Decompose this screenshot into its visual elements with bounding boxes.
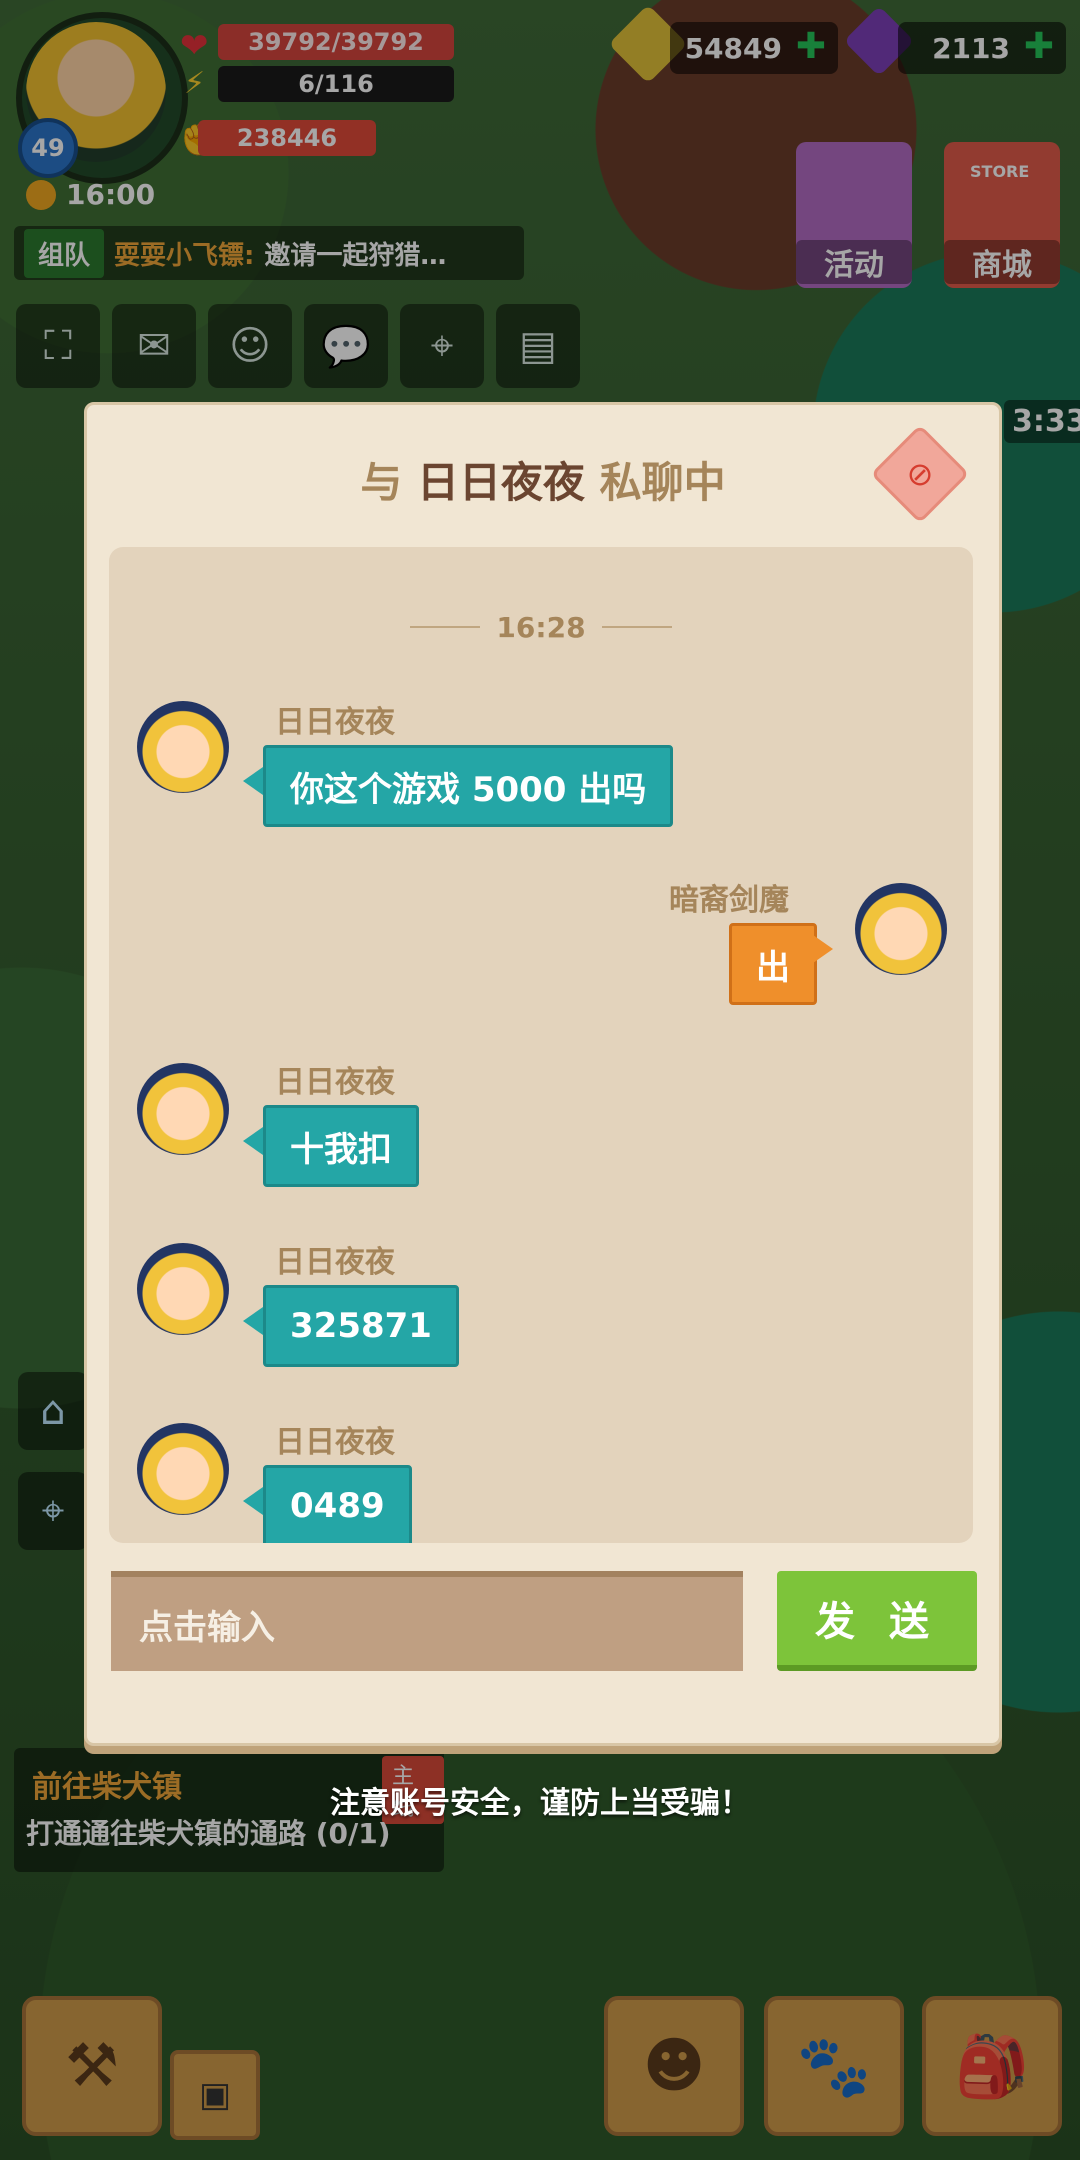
bubble-tail bbox=[243, 1127, 263, 1155]
message-bubble[interactable]: 十我扣 bbox=[263, 1105, 419, 1187]
message-sender: 日日夜夜 bbox=[275, 705, 395, 740]
message-sender: 日日夜夜 bbox=[275, 1065, 395, 1100]
dialog-title: 与 日日夜夜 私聊中 bbox=[87, 449, 999, 510]
message-sender: 日日夜夜 bbox=[275, 1245, 395, 1280]
bubble-tail bbox=[243, 1307, 263, 1335]
chat-input[interactable]: 点击输入 bbox=[111, 1571, 743, 1671]
divider-line bbox=[601, 626, 672, 628]
title-prefix: 与 bbox=[360, 458, 403, 507]
partner-avatar[interactable] bbox=[137, 701, 229, 793]
message-bubble[interactable]: 0489 bbox=[263, 1465, 412, 1543]
bubble-tail bbox=[243, 767, 263, 795]
message-sender: 日日夜夜 bbox=[275, 1425, 395, 1460]
bubble-tail bbox=[243, 1487, 263, 1515]
chat-history[interactable]: 16:28 日日夜夜 你这个游戏 5000 出吗 暗裔剑魔 出 日日夜夜 十我扣… bbox=[109, 547, 973, 1543]
divider-line bbox=[410, 626, 481, 628]
security-warning: 注意账号安全，谨防上当受骗！ bbox=[330, 1786, 750, 1821]
time-divider: 16:28 bbox=[409, 607, 673, 647]
partner-avatar[interactable] bbox=[137, 1063, 229, 1155]
chat-partner-name: 日日夜夜 bbox=[416, 458, 585, 507]
chat-timestamp: 16:28 bbox=[496, 610, 586, 644]
partner-avatar[interactable] bbox=[137, 1243, 229, 1335]
send-button[interactable]: 发 送 bbox=[777, 1571, 977, 1671]
title-suffix: 私聊中 bbox=[599, 458, 726, 507]
bubble-tail bbox=[813, 935, 833, 963]
message-bubble[interactable]: 你这个游戏 5000 出吗 bbox=[263, 745, 674, 827]
self-avatar[interactable] bbox=[855, 883, 947, 975]
message-bubble[interactable]: 325871 bbox=[263, 1285, 459, 1367]
no-chat-icon: ⊘ bbox=[906, 455, 934, 493]
partner-avatar[interactable] bbox=[137, 1423, 229, 1515]
message-sender: 暗裔剑魔 bbox=[669, 883, 789, 918]
private-chat-dialog: 与 日日夜夜 私聊中 ⊘ 16:28 日日夜夜 你这个游戏 5000 出吗 暗裔… bbox=[84, 402, 1002, 1746]
message-bubble[interactable]: 出 bbox=[729, 923, 817, 1005]
